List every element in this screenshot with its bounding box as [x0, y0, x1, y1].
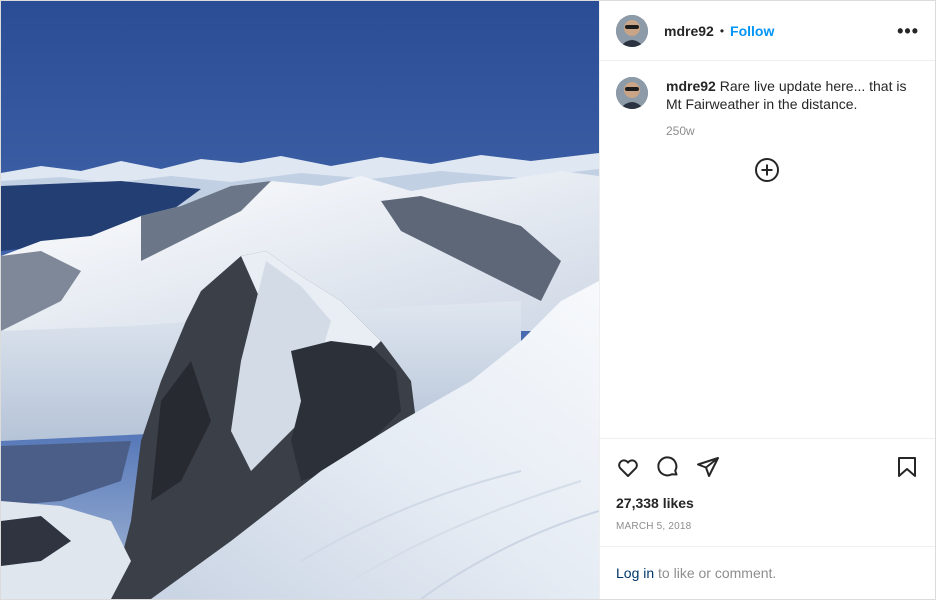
actions-section: 27,338 likes MARCH 5, 2018 [600, 438, 935, 546]
caption: mdre92 Rare live update here... that is … [616, 77, 919, 140]
share-icon[interactable] [696, 455, 720, 479]
avatar-image [616, 14, 648, 47]
post-sidebar: mdre92 • Follow ••• mdre92 Rare live upd… [599, 1, 935, 599]
caption-username[interactable]: mdre92 [666, 78, 716, 94]
header-username[interactable]: mdre92 [664, 23, 714, 39]
login-link[interactable]: Log in [616, 565, 654, 581]
action-icons [616, 441, 919, 493]
post-header: mdre92 • Follow ••• [600, 1, 935, 61]
bookmark-icon[interactable] [895, 455, 919, 479]
post-date[interactable]: MARCH 5, 2018 [616, 521, 919, 546]
post-card: mdre92 • Follow ••• mdre92 Rare live upd… [0, 0, 936, 600]
separator-dot: • [719, 23, 725, 38]
follow-button[interactable]: Follow [730, 23, 774, 39]
post-age[interactable]: 250w [666, 122, 916, 140]
caption-avatar[interactable] [616, 77, 648, 109]
comment-icon[interactable] [656, 455, 680, 479]
heart-icon[interactable] [616, 455, 640, 479]
avatar-image [616, 77, 648, 109]
likes-count[interactable]: 27,338 likes [616, 495, 919, 511]
login-prompt-text: to like or comment. [654, 565, 777, 581]
caption-text-block: mdre92 Rare live update here... that is … [666, 77, 916, 140]
avatar[interactable] [616, 14, 648, 47]
post-photo[interactable] [1, 1, 599, 599]
login-prompt: Log in to like or comment. [600, 546, 935, 599]
more-options-icon[interactable]: ••• [897, 22, 919, 40]
mountain-photo [1, 1, 599, 599]
plus-circle-icon[interactable] [754, 157, 780, 183]
comments-area: mdre92 Rare live update here... that is … [600, 61, 935, 438]
